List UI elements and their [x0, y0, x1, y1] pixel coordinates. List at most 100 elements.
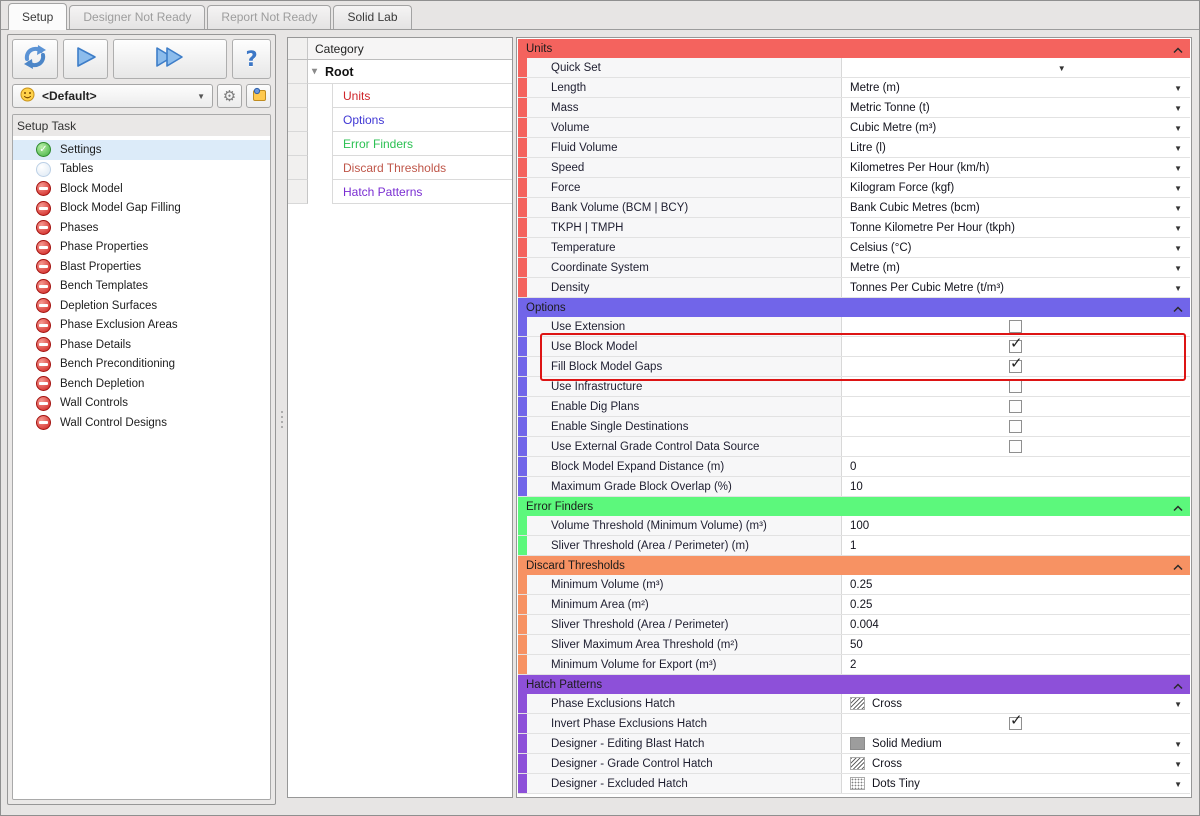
chevron-down-icon[interactable]: ▼: [1174, 184, 1182, 193]
chevron-down-icon[interactable]: ▼: [1174, 284, 1182, 293]
section-header-error-finders[interactable]: Error Finders: [518, 497, 1190, 516]
checkbox-checked[interactable]: ✓: [1009, 354, 1023, 373]
sidebar-item-phase-properties[interactable]: Phase Properties: [13, 238, 270, 258]
chevron-down-icon[interactable]: ▼: [1058, 64, 1066, 73]
chevron-down-icon[interactable]: ▼: [1174, 164, 1182, 173]
property-value[interactable]: 10: [842, 477, 1190, 496]
notes-button[interactable]: [246, 84, 271, 108]
sidebar-item-bench-preconditioning[interactable]: Bench Preconditioning: [13, 355, 270, 375]
chevron-down-icon[interactable]: ▼: [1174, 760, 1182, 769]
property-value[interactable]: 0.25: [842, 595, 1190, 614]
collapse-icon[interactable]: [1173, 304, 1183, 316]
sidebar-item-wall-control-designs[interactable]: Wall Control Designs: [13, 413, 270, 433]
section-header-units[interactable]: Units: [518, 39, 1190, 58]
panel-splitter[interactable]: [277, 34, 287, 805]
chevron-down-icon[interactable]: ▼: [1174, 224, 1182, 233]
property-value[interactable]: ▼: [842, 58, 1190, 77]
chevron-down-icon[interactable]: ▼: [1174, 740, 1182, 749]
property-value[interactable]: [842, 437, 1190, 456]
checkbox[interactable]: [1009, 380, 1022, 393]
collapse-icon[interactable]: [1173, 45, 1183, 57]
run-button[interactable]: [63, 39, 109, 79]
sidebar-item-blast-properties[interactable]: Blast Properties: [13, 257, 270, 277]
chevron-down-icon[interactable]: ▼: [1174, 700, 1182, 709]
profile-dropdown[interactable]: <Default> ▼: [12, 84, 213, 108]
chevron-down-icon[interactable]: ▼: [1174, 84, 1182, 93]
property-value[interactable]: [842, 377, 1190, 396]
property-value[interactable]: 0.004: [842, 615, 1190, 634]
chevron-down-icon[interactable]: ▼: [1174, 780, 1182, 789]
sidebar-item-phase-details[interactable]: Phase Details: [13, 335, 270, 355]
collapse-icon[interactable]: [1173, 503, 1183, 515]
section-header-hatch-patterns[interactable]: Hatch Patterns: [518, 675, 1190, 694]
property-value[interactable]: Cubic Metre (m³) ▼: [842, 118, 1190, 137]
property-value[interactable]: Kilometres Per Hour (km/h) ▼: [842, 158, 1190, 177]
tab-report-not-ready[interactable]: Report Not Ready: [207, 5, 332, 29]
checkbox[interactable]: [1009, 320, 1022, 333]
property-value[interactable]: Tonnes Per Cubic Metre (t/m³) ▼: [842, 278, 1190, 297]
tab-setup[interactable]: Setup: [8, 3, 68, 30]
property-value[interactable]: [842, 417, 1190, 436]
chevron-down-icon[interactable]: ▼: [1174, 244, 1182, 253]
tree-node-options[interactable]: Options: [332, 108, 512, 132]
tree-row-units[interactable]: Units: [288, 84, 512, 108]
sidebar-item-block-model[interactable]: Block Model: [13, 179, 270, 199]
section-header-discard-thresholds[interactable]: Discard Thresholds: [518, 556, 1190, 575]
property-value[interactable]: 50: [842, 635, 1190, 654]
property-value[interactable]: Celsius (°C) ▼: [842, 238, 1190, 257]
chevron-down-icon[interactable]: ▼: [1174, 124, 1182, 133]
sidebar-item-depletion-surfaces[interactable]: Depletion Surfaces: [13, 296, 270, 316]
property-value[interactable]: Metric Tonne (t) ▼: [842, 98, 1190, 117]
property-value[interactable]: Metre (m) ▼: [842, 258, 1190, 277]
tree-row-options[interactable]: Options: [288, 108, 512, 132]
chevron-down-icon[interactable]: ▼: [1174, 104, 1182, 113]
sidebar-item-block-model-gap-filling[interactable]: Block Model Gap Filling: [13, 199, 270, 219]
profile-settings-button[interactable]: ⚙: [217, 84, 242, 108]
sidebar-item-bench-templates[interactable]: Bench Templates: [13, 277, 270, 297]
chevron-down-icon[interactable]: ▼: [1174, 204, 1182, 213]
tree-row-hatch-patterns[interactable]: Hatch Patterns: [288, 180, 512, 204]
property-value[interactable]: 2: [842, 655, 1190, 674]
collapse-icon[interactable]: [1173, 681, 1183, 693]
checkbox[interactable]: [1009, 440, 1022, 453]
tree-row-root[interactable]: ▾ Root: [288, 60, 512, 84]
tree-node-units[interactable]: Units: [332, 84, 512, 108]
run-all-button[interactable]: [113, 39, 228, 79]
tab-solid-lab[interactable]: Solid Lab: [333, 5, 412, 29]
property-value[interactable]: Solid Medium ▼: [842, 734, 1190, 753]
property-value[interactable]: Cross ▼: [842, 754, 1190, 773]
chevron-down-icon[interactable]: ▾: [312, 66, 317, 77]
property-value[interactable]: Kilogram Force (kgf) ▼: [842, 178, 1190, 197]
sidebar-item-settings[interactable]: ✓ Settings: [13, 140, 270, 160]
property-value[interactable]: Dots Tiny ▼: [842, 774, 1190, 793]
section-header-options[interactable]: Options: [518, 298, 1190, 317]
sidebar-item-bench-depletion[interactable]: Bench Depletion: [13, 374, 270, 394]
property-value[interactable]: ✓: [842, 354, 1190, 376]
property-value[interactable]: Metre (m) ▼: [842, 78, 1190, 97]
checkbox[interactable]: [1009, 420, 1022, 433]
property-value[interactable]: 1: [842, 536, 1190, 555]
collapse-icon[interactable]: [1173, 562, 1183, 574]
checkbox-checked[interactable]: ✓: [1009, 334, 1023, 353]
property-value[interactable]: 100: [842, 516, 1190, 535]
sidebar-item-phases[interactable]: Phases: [13, 218, 270, 238]
sidebar-item-wall-controls[interactable]: Wall Controls: [13, 394, 270, 414]
tab-designer-not-ready[interactable]: Designer Not Ready: [69, 5, 206, 29]
property-value[interactable]: Bank Cubic Metres (bcm) ▼: [842, 198, 1190, 217]
tree-node-root[interactable]: ▾ Root: [308, 60, 512, 84]
checkbox[interactable]: [1009, 400, 1022, 413]
tree-node-hatch-patterns[interactable]: Hatch Patterns: [332, 180, 512, 204]
tree-row-discard-thresholds[interactable]: Discard Thresholds: [288, 156, 512, 180]
property-value[interactable]: 0.25: [842, 575, 1190, 594]
sidebar-item-tables[interactable]: Tables: [13, 160, 270, 180]
refresh-button[interactable]: [12, 39, 59, 79]
property-value[interactable]: Tonne Kilometre Per Hour (tkph) ▼: [842, 218, 1190, 237]
help-button[interactable]: ?: [232, 39, 271, 79]
property-value[interactable]: ✓: [842, 711, 1190, 733]
tree-node-error-finders[interactable]: Error Finders: [332, 132, 512, 156]
chevron-down-icon[interactable]: ▼: [1174, 144, 1182, 153]
tree-row-error-finders[interactable]: Error Finders: [288, 132, 512, 156]
property-value[interactable]: 0: [842, 457, 1190, 476]
checkbox-checked[interactable]: ✓: [1009, 711, 1023, 730]
sidebar-item-phase-exclusion-areas[interactable]: Phase Exclusion Areas: [13, 316, 270, 336]
